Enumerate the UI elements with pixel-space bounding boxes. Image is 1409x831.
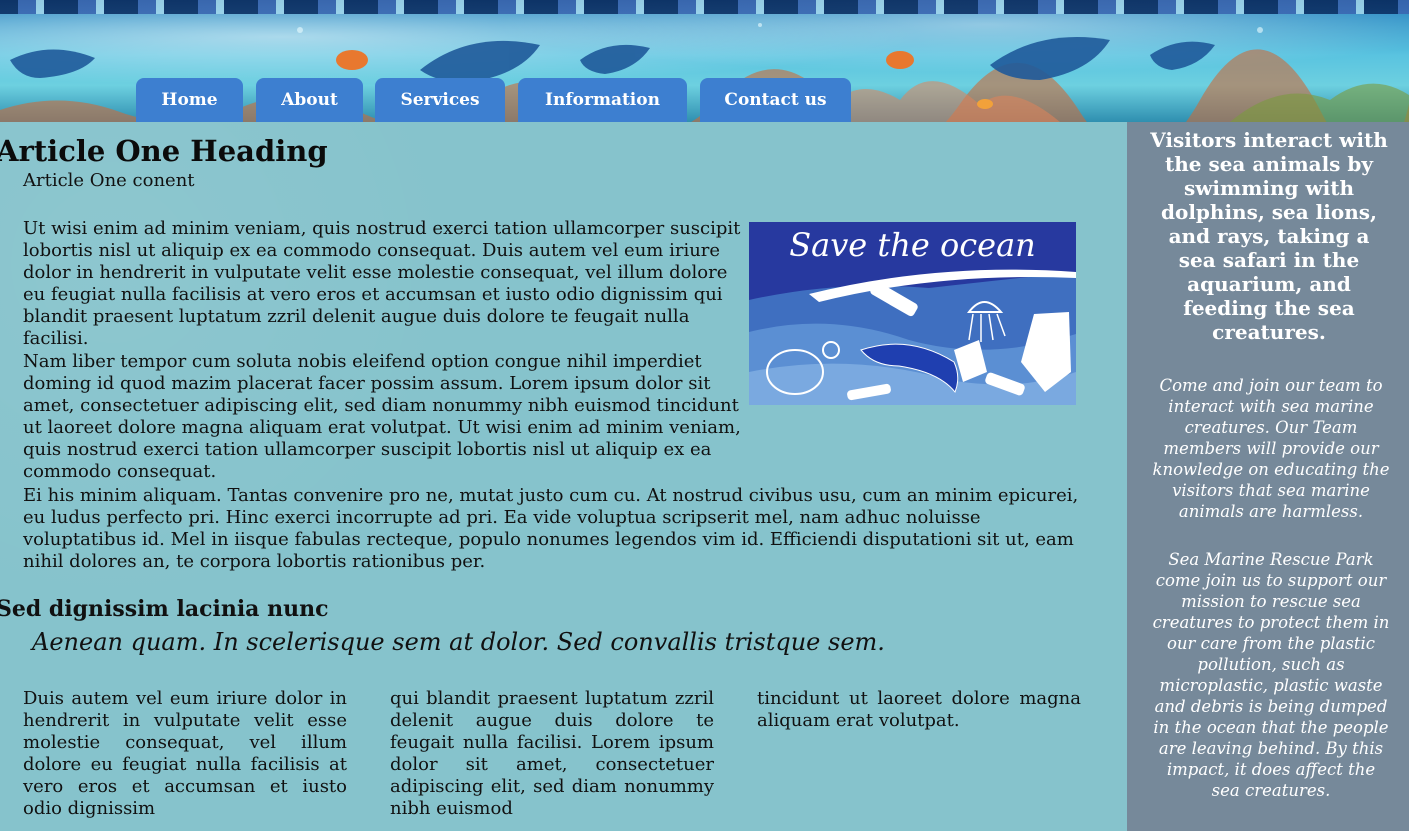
main-content: Article One Heading Article One conent U… — [0, 122, 1127, 831]
column-1: Duis autem vel eum iriure dolor in hendr… — [23, 688, 347, 819]
nav-information[interactable]: Information — [518, 78, 687, 122]
article-heading: Article One Heading — [0, 134, 328, 168]
nav-contact-us[interactable]: Contact us — [700, 78, 851, 122]
nav-services[interactable]: Services — [375, 78, 505, 122]
article-paragraph-2-text: Nam liber tempor cum soluta nobis eleife… — [23, 351, 741, 482]
main-nav: Home About Services Information Contact … — [0, 78, 900, 122]
article-paragraph-3: Ei his minim aliquam. Tantas convenire p… — [23, 485, 1079, 572]
nav-home[interactable]: Home — [136, 78, 243, 122]
column-3: tincidunt ut laoreet dolore magna aliqua… — [757, 688, 1081, 731]
sidebar-paragraph-1: Come and join our team to interact with … — [1152, 376, 1390, 521]
sidebar-paragraph-2: Sea Marine Rescue Park come join us to s… — [1152, 550, 1390, 800]
sidebar: Visitors interact with the sea animals b… — [1127, 122, 1409, 831]
article-paragraph-1: Ut wisi enim ad minim veniam, quis nostr… — [23, 218, 741, 349]
section-quote: Aenean quam. In scelerisque sem at dolor… — [32, 628, 885, 656]
sidebar-heading: Visitors interact with the sea animals b… — [1150, 128, 1388, 344]
section-heading: Sed dignissim lacinia nunc — [0, 596, 329, 622]
nav-about[interactable]: About — [256, 78, 363, 122]
image-caption: Save the ocean — [789, 226, 1036, 264]
column-2: qui blandit praesent luptatum zzril dele… — [390, 688, 714, 819]
save-the-ocean-image: Save the ocean — [749, 222, 1076, 405]
article-subtitle: Article One conent — [23, 170, 195, 191]
